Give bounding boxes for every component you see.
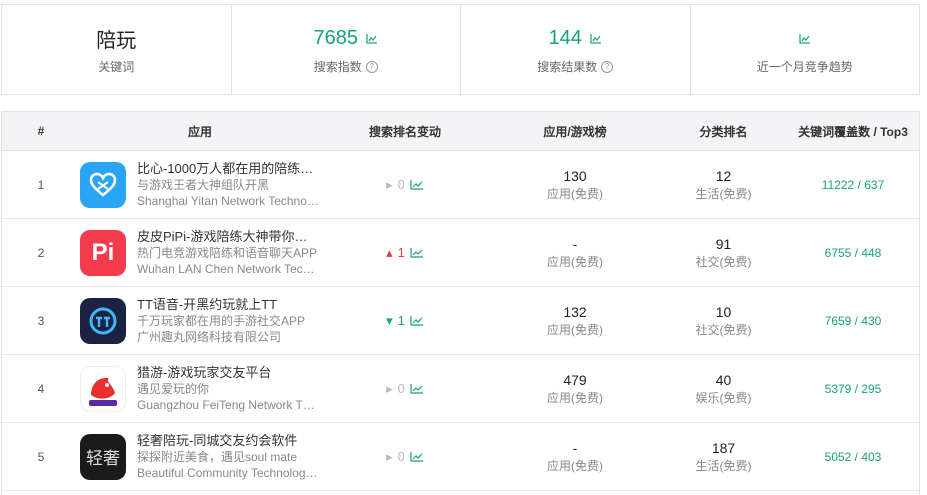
help-icon[interactable]: ? (601, 60, 614, 73)
trend-chart-icon[interactable] (799, 33, 811, 44)
heart-icon[interactable] (80, 161, 126, 208)
app-developer: Wuhan LAN Chen Network Tec… (137, 262, 315, 276)
app-developer: 广州趣丸网络科技有限公司 (137, 330, 282, 344)
pi-logo-icon[interactable]: Pi (80, 229, 126, 276)
coverage-link[interactable]: 11222 / 637 (787, 178, 919, 192)
category-rank: 12 (715, 167, 732, 184)
rank-change: ▸ 0 (386, 449, 424, 465)
rank-change: ▾ 1 (386, 313, 424, 329)
flat-arrow-icon: ▸ (386, 380, 393, 396)
table-row[interactable]: 4 猎游-游戏玩家交友平台 遇见爱玩的你 Guangzhou FeiTeng N… (2, 355, 919, 423)
keyword-label: 关键词 (98, 60, 135, 74)
trend-label: 近一个月竞争趋势 (756, 60, 853, 74)
row-index: 3 (37, 313, 45, 328)
chart-rank: - (572, 235, 578, 252)
app-developer: Guangzhou FeiTeng Network T… (137, 398, 315, 412)
category-name: 娱乐(免费) (695, 390, 752, 405)
row-index: 2 (37, 245, 45, 260)
app-name[interactable]: 轻奢陪玩-同城交友约会软件 (137, 432, 319, 449)
trend-chart-icon[interactable] (410, 315, 424, 326)
app-name[interactable]: 比心-1000万人都在用的陪练… (137, 160, 319, 177)
header-coverage[interactable]: 关键词覆盖数 / Top3 (787, 123, 919, 140)
table-row[interactable]: 3 TT语音-开黑约玩就上TT 千万玩家都在用的手游社交APP 广州趣丸网络科技… (2, 287, 919, 355)
chart-type: 应用(免费) (547, 322, 603, 337)
header-category[interactable]: 分类排名 (660, 123, 787, 140)
table-header: # 应用 搜索排名变动 应用/游戏榜 分类排名 关键词覆盖数 / Top3 (2, 112, 919, 151)
result-count-value: 144 (548, 26, 582, 49)
result-count-label: 搜索结果数 (537, 60, 598, 74)
app-subtitle: 遇见爱玩的你 (137, 382, 210, 396)
search-index-label: 搜索指数 (313, 60, 362, 74)
keyword-summary: 陪玩 关键词 7685 搜索指数? 144 搜索结果数? 近一个月竞争趋势 (1, 4, 920, 95)
category-rank: 91 (715, 235, 732, 252)
header-rank-change[interactable]: 搜索排名变动 (320, 123, 490, 140)
app-name[interactable]: 猎游-游戏玩家交友平台 (137, 364, 319, 381)
chart-rank: 130 (563, 167, 587, 184)
flat-arrow-icon: ▸ (386, 176, 393, 192)
app-subtitle: 热门电竞游戏陪练和语音聊天APP (137, 246, 318, 260)
trend-chart-icon[interactable] (410, 247, 424, 258)
rank-change: ▸ 0 (386, 177, 424, 193)
header-app: 应用 (187, 124, 212, 139)
tt-logo-icon[interactable] (80, 297, 126, 344)
coverage-link[interactable]: 5052 / 403 (787, 450, 919, 464)
header-chart[interactable]: 应用/游戏榜 (490, 123, 660, 140)
category-name: 社交(免费) (695, 254, 752, 269)
category-name: 生活(免费) (695, 458, 752, 473)
category-name: 社交(免费) (695, 322, 752, 337)
trend-chart-icon[interactable] (410, 383, 424, 394)
qingshe-logo-icon[interactable]: 轻奢 (80, 433, 126, 480)
chart-rank: 479 (563, 371, 587, 388)
coverage-link[interactable]: 5379 / 295 (787, 382, 919, 396)
coverage-link[interactable]: 6755 / 448 (787, 246, 919, 260)
category-rank: 187 (711, 439, 736, 456)
table-row[interactable]: 5 轻奢 轻奢陪玩-同城交友约会软件 探探附近美食，遇见soul mate Be… (2, 423, 919, 491)
trend-chart-icon[interactable] (366, 33, 378, 44)
help-icon[interactable]: ? (365, 60, 378, 73)
app-subtitle: 探探附近美食，遇见soul mate (137, 450, 298, 464)
chart-type: 应用(免费) (547, 458, 603, 473)
header-num: # (37, 124, 45, 138)
up-arrow-icon: ▴ (386, 244, 393, 260)
summary-search-index: 7685 搜索指数? (232, 5, 461, 94)
keyword-value: 陪玩 (96, 29, 137, 52)
row-index: 5 (37, 449, 45, 464)
chart-type: 应用(免费) (547, 390, 603, 405)
category-name: 生活(免费) (695, 186, 752, 201)
row-index: 4 (37, 381, 45, 396)
fox-logo-icon[interactable] (80, 365, 126, 412)
app-subtitle: 与游戏王者大神组队开黑 (137, 178, 270, 192)
app-developer: Shanghai Yitan Network Techno… (137, 194, 319, 208)
table-row[interactable]: 2 Pi 皮皮PiPi-游戏陪练大神带你… 热门电竞游戏陪练和语音聊天APP W… (2, 219, 919, 287)
coverage-link[interactable]: 7659 / 430 (787, 314, 919, 328)
app-name[interactable]: 皮皮PiPi-游戏陪练大神带你… (137, 228, 319, 245)
search-index-value: 7685 (313, 26, 359, 49)
trend-chart-icon[interactable] (410, 451, 424, 462)
flat-arrow-icon: ▸ (386, 448, 393, 464)
chart-type: 应用(免费) (547, 254, 603, 269)
trend-chart-icon[interactable] (410, 179, 424, 190)
app-name[interactable]: TT语音-开黑约玩就上TT (137, 296, 319, 313)
rank-change: ▴ 1 (386, 245, 424, 261)
category-rank: 40 (715, 371, 732, 388)
chart-rank: 132 (563, 303, 587, 320)
category-rank: 10 (715, 303, 732, 320)
summary-trend: 近一个月竞争趋势 (691, 5, 920, 94)
down-arrow-icon: ▾ (386, 312, 393, 328)
summary-result-count: 144 搜索结果数? (461, 5, 691, 94)
app-developer: Beautiful Community Technolog… (137, 466, 318, 480)
chart-rank: - (572, 439, 578, 456)
results-table: # 应用 搜索排名变动 应用/游戏榜 分类排名 关键词覆盖数 / Top3 1 … (1, 111, 920, 495)
trend-chart-icon[interactable] (590, 33, 602, 44)
chart-type: 应用(免费) (547, 186, 603, 201)
rank-change: ▸ 0 (386, 381, 424, 397)
app-subtitle: 千万玩家都在用的手游社交APP (137, 314, 306, 328)
summary-keyword: 陪玩 关键词 (2, 5, 232, 94)
row-index: 1 (37, 177, 45, 192)
table-row[interactable]: 1 比心-1000万人都在用的陪练… 与游戏王者大神组队开黑 Shanghai … (2, 151, 919, 219)
